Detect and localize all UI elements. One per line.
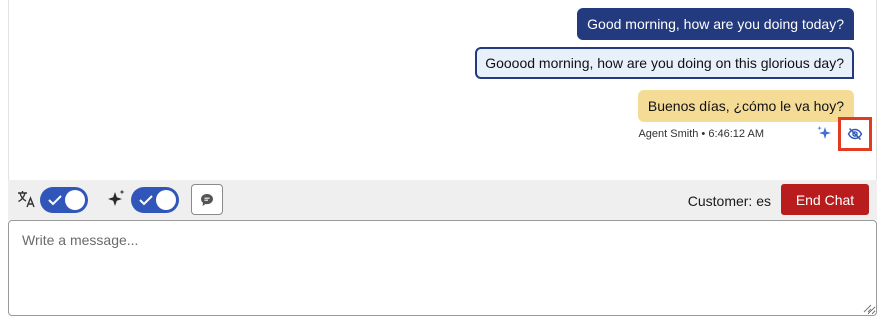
message-list: Good morning, how are you doing today? G… [8, 0, 877, 180]
message-meta: Agent Smith • 6:46:12 AM [638, 128, 764, 140]
sparkle-icon [108, 189, 125, 206]
sparkle-icon [817, 126, 831, 139]
message-input[interactable] [8, 220, 877, 316]
end-chat-button[interactable]: End Chat [781, 184, 869, 215]
ai-assist-toggle[interactable] [131, 187, 179, 213]
chat-bubble-icon [201, 193, 213, 206]
translate-icon [18, 191, 35, 208]
toggle-knob [156, 190, 176, 210]
toggle-visibility-button[interactable] [838, 117, 872, 151]
translate-toggle[interactable] [40, 187, 88, 213]
message-bubble-original: Good morning, how are you doing today? [577, 8, 854, 40]
composer-toolbar: Customer: es End Chat [8, 180, 877, 220]
toggle-knob [65, 190, 85, 210]
customer-language-label: Customer: es [687, 193, 771, 209]
message-bubble-enhanced: Gooood morning, how are you doing on thi… [475, 47, 854, 79]
check-icon [139, 195, 153, 206]
chat-options-button[interactable] [191, 184, 223, 215]
message-bubble-translated: Buenos días, ¿cómo le va hoy? [637, 90, 854, 122]
eye-slash-icon [847, 128, 863, 140]
check-icon [48, 195, 62, 206]
